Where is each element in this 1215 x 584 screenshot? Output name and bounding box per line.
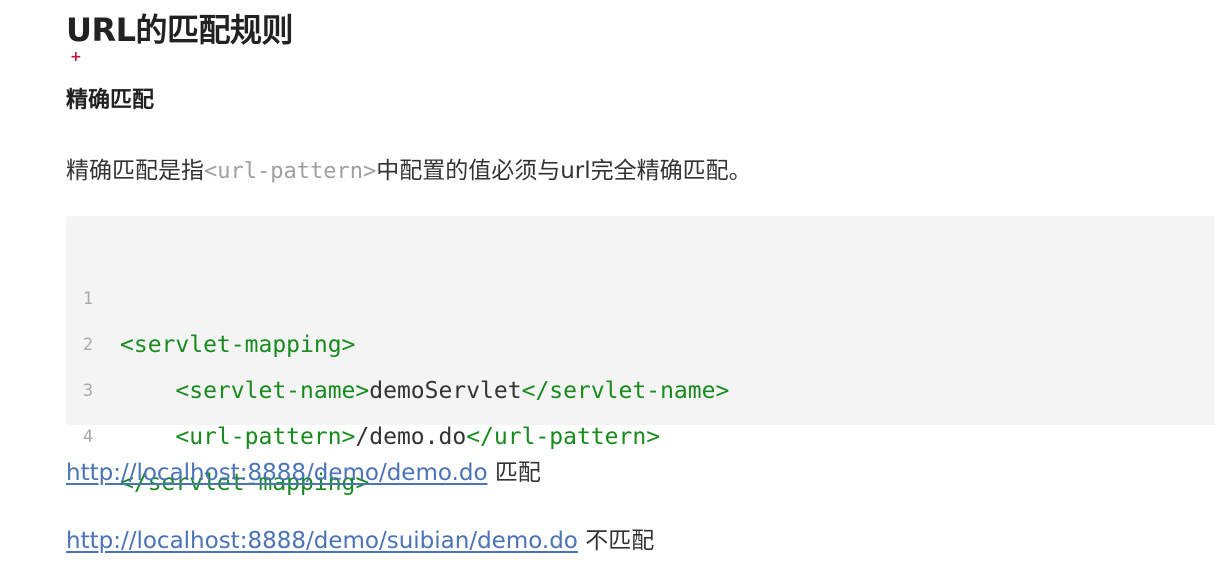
example-match: http://localhost:8888/demo/demo.do 匹配 xyxy=(66,453,541,493)
subsection-heading: 精确匹配 xyxy=(66,88,155,113)
example-url-link[interactable]: http://localhost:8888/demo/suibian/demo.… xyxy=(66,528,578,554)
section-heading: URL的匹配规则 xyxy=(66,11,294,49)
code-line: 2 <servlet-name>demoServlet</servlet-nam… xyxy=(66,276,1215,404)
xml-tag: </url-pattern> xyxy=(466,424,661,450)
match-result: 匹配 xyxy=(494,460,541,486)
match-result: 不匹配 xyxy=(585,528,655,554)
document-page: URL的匹配规则 + 精确匹配 精确匹配是指<url-pattern>中配置的值… xyxy=(0,0,1215,584)
code-line: 1 <servlet-mapping> xyxy=(66,230,1215,358)
code-block: 1 <servlet-mapping> 2 <servlet-name>demo… xyxy=(66,216,1215,496)
code-line: 4 </servlet-mapping> xyxy=(66,368,1215,496)
paragraph-text-after: 中配置的值必须与url完全精确匹配。 xyxy=(376,158,752,184)
xml-tag: <url-pattern> xyxy=(175,424,356,450)
description-paragraph: 精确匹配是指<url-pattern>中配置的值必须与url完全精确匹配。 xyxy=(66,151,752,192)
paragraph-text-before: 精确匹配是指 xyxy=(66,158,204,184)
inline-code: <url-pattern> xyxy=(204,159,377,184)
xml-text: /demo.do xyxy=(355,424,467,450)
example-url-link[interactable]: http://localhost:8888/demo/demo.do xyxy=(66,460,488,486)
text-cursor-marker: + xyxy=(70,49,82,65)
example-no-match: http://localhost:8888/demo/suibian/demo.… xyxy=(66,521,654,561)
code-line: 3 <url-pattern>/demo.do</url-pattern> xyxy=(66,322,1215,450)
